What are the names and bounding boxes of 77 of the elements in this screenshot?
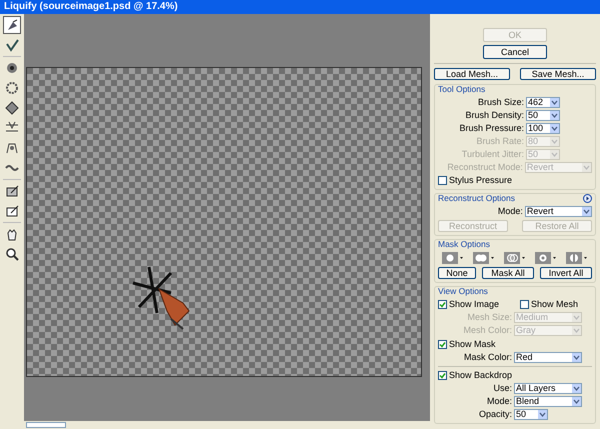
dropdown-value: 80 <box>528 137 538 146</box>
field-label: Reconstruct Mode: <box>446 163 523 172</box>
field-label: Mask Color: <box>462 353 512 362</box>
mask-mode-icon[interactable] <box>534 252 557 264</box>
caret-icon <box>550 150 559 159</box>
dropdown-value: Red <box>516 353 533 362</box>
dropdown[interactable]: 50 <box>514 409 548 420</box>
mask-mode-icon[interactable] <box>442 252 464 264</box>
tool-button[interactable] <box>3 99 21 117</box>
field-label: Opacity: <box>478 410 512 419</box>
dropdown-value: Gray <box>516 326 536 335</box>
dropdown-value: Medium <box>516 313 548 322</box>
checkbox[interactable]: Show Backdrop <box>438 370 592 381</box>
invert-all-button[interactable]: Invert All <box>540 267 592 279</box>
tool-button[interactable] <box>3 79 21 97</box>
field-label: Mode: <box>496 207 523 216</box>
caret-icon <box>550 98 559 107</box>
dropdown-value: 462 <box>528 98 544 107</box>
dropdown-value: 50 <box>528 111 538 120</box>
dropdown[interactable]: All Layers <box>514 383 582 394</box>
checkbox[interactable]: Show Image <box>438 299 516 310</box>
caret-icon <box>572 384 581 393</box>
caret-icon <box>572 397 581 406</box>
field-label: Brush Density: <box>464 111 524 120</box>
caret-icon <box>572 313 581 322</box>
dropdown-value: Revert <box>526 163 554 172</box>
checkbox[interactable]: Show Mask <box>438 339 592 350</box>
dropdown-value: 100 <box>528 124 544 133</box>
dropdown[interactable]: 462 <box>526 97 560 108</box>
dropdown[interactable]: Revert <box>524 206 592 217</box>
field-label: Brush Rate: <box>475 137 524 146</box>
mesh-button[interactable]: Load Mesh... <box>434 68 510 80</box>
checkbox[interactable]: Stylus Pressure <box>438 175 592 186</box>
checkmark-icon <box>439 372 446 379</box>
field-label: Brush Size: <box>476 98 524 107</box>
mesh-button[interactable]: Save Mesh... <box>520 68 596 80</box>
caret-icon <box>572 326 581 335</box>
field-label: Mesh Size: <box>466 313 512 322</box>
group-title: View Options <box>438 287 488 296</box>
dropdown-value: All Layers <box>516 384 556 393</box>
group-title: Tool Options <box>438 85 486 94</box>
caret-icon <box>582 207 591 216</box>
field-label: Mesh Color: <box>462 326 512 335</box>
dropdown[interactable]: Red <box>514 352 582 363</box>
field-label: Turbulent Jitter: <box>460 150 524 159</box>
cancel-button[interactable]: Cancel <box>483 45 547 59</box>
checkbox[interactable]: Show Mesh <box>520 299 578 310</box>
caret-icon <box>582 163 591 172</box>
dropdown[interactable]: 50 <box>526 110 560 121</box>
mask-all-button[interactable]: Mask All <box>482 267 534 279</box>
dropdown-value: 50 <box>528 150 538 159</box>
caret-icon <box>572 353 581 362</box>
caret-icon <box>550 124 559 133</box>
group-title: Reconstruct Options <box>438 194 516 203</box>
field-label: Brush Pressure: <box>458 124 524 133</box>
checkmark-icon <box>439 301 446 308</box>
zoom-icon <box>5 247 19 261</box>
caret-icon <box>550 111 559 120</box>
dropdown-value: Blend <box>516 397 540 406</box>
flyout-menu-icon[interactable] <box>583 194 592 203</box>
group-title: Mask Options <box>438 240 490 249</box>
mask-mode-icon[interactable] <box>504 252 526 264</box>
tool-button[interactable] <box>3 16 21 34</box>
mask-mode-icon[interactable] <box>566 252 588 264</box>
mask-mode-icon[interactable] <box>473 252 496 264</box>
dropdown[interactable]: 100 <box>526 123 560 134</box>
none-button[interactable]: None <box>438 267 476 279</box>
caret-icon <box>538 410 547 419</box>
dropdown-value: Revert <box>526 207 554 216</box>
dropdown-value: 50 <box>516 410 526 419</box>
field-label: Use: <box>492 384 512 393</box>
field-label: Mode: <box>486 397 512 406</box>
dropdown[interactable]: Blend <box>514 396 582 407</box>
checkmark-icon <box>439 341 446 348</box>
caret-icon <box>550 137 559 146</box>
window-title: Liquify (sourceimage1.psd @ 17.4%) <box>4 2 178 12</box>
zoom-field[interactable] <box>26 422 66 428</box>
